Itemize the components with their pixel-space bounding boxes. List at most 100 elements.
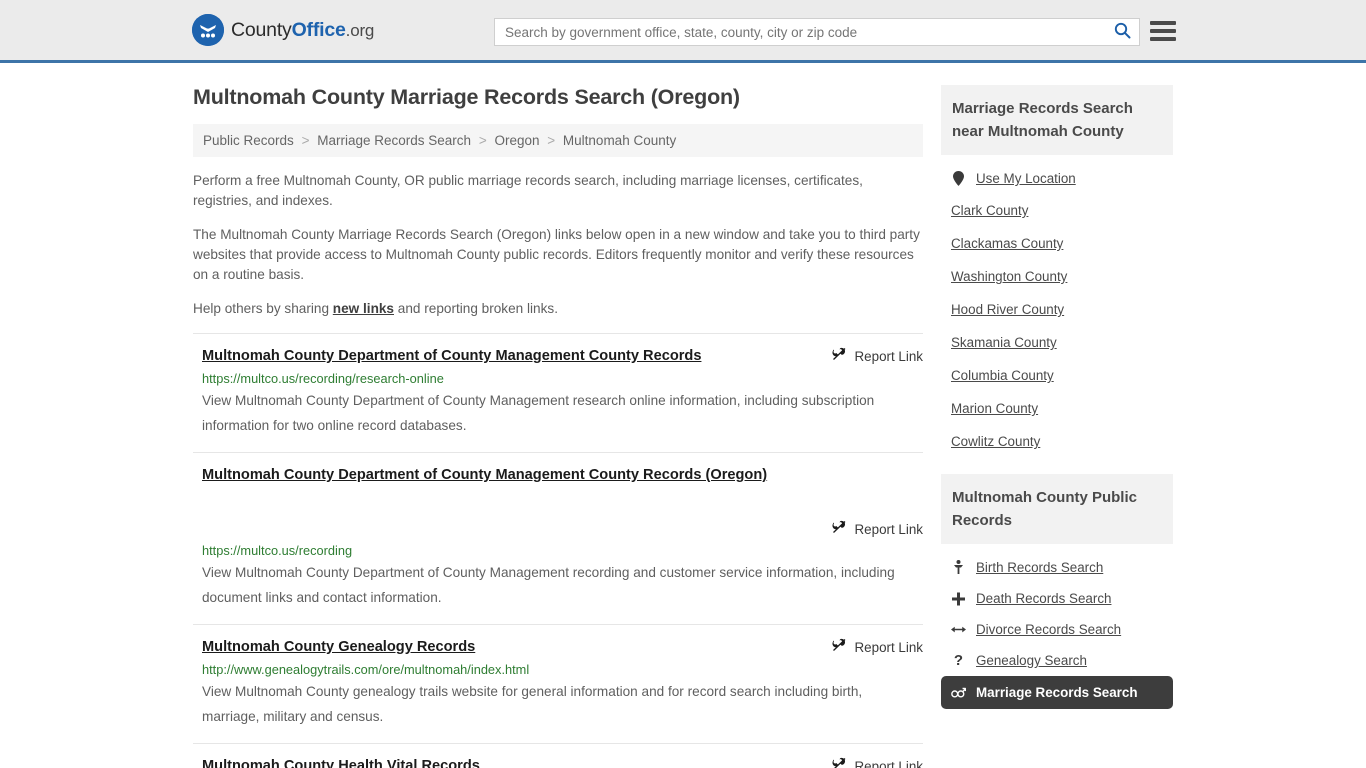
- nearby-search-panel: Marriage Records Search near Multnomah C…: [941, 85, 1173, 458]
- breadcrumb-separator: >: [478, 133, 487, 148]
- double-arrow-icon: [951, 624, 966, 635]
- hamburger-bar: [1150, 21, 1176, 25]
- result-title-link[interactable]: Multnomah County Health Vital Records: [202, 757, 480, 768]
- use-my-location-item[interactable]: Use My Location: [951, 163, 1173, 194]
- result-description: View Multnomah County Department of Coun…: [202, 393, 875, 433]
- result-url: http://www.genealogytrails.com/ore/multn…: [202, 662, 530, 677]
- nearby-county-list: Clark County Clackamas County Washington…: [951, 194, 1173, 458]
- breadcrumb-item-marriage-records-search[interactable]: Marriage Records Search: [317, 133, 471, 148]
- intro-paragraph-2: The Multnomah County Marriage Records Se…: [193, 227, 920, 282]
- birth-records-search-link[interactable]: Birth Records Search: [976, 560, 1103, 575]
- search-icon: [1114, 22, 1131, 42]
- result-description: View Multnomah County genealogy trails w…: [202, 684, 863, 724]
- new-links-link[interactable]: new links: [333, 301, 394, 316]
- breadcrumb-item-multnomah-county: Multnomah County: [562, 133, 677, 148]
- report-link-label: Report Link: [854, 348, 923, 364]
- search-button[interactable]: [1105, 19, 1139, 45]
- broken-link-icon: [831, 638, 848, 656]
- use-my-location-link[interactable]: Use My Location: [976, 171, 1076, 186]
- map-pin-icon: [951, 171, 966, 186]
- county-link-clackamas[interactable]: Clackamas County: [951, 236, 1063, 251]
- intro-paragraph-1: Perform a free Multnomah County, OR publ…: [193, 173, 863, 208]
- report-link-label: Report Link: [854, 639, 923, 655]
- site-header: CountyOffice.org: [0, 0, 1366, 63]
- search-input[interactable]: [495, 19, 1105, 45]
- public-records-item-death[interactable]: Death Records Search: [951, 583, 1173, 614]
- result-title-link[interactable]: Multnomah County Department of County Ma…: [202, 466, 767, 485]
- genealogy-search-link[interactable]: Genealogy Search: [976, 653, 1087, 668]
- results-list: Multnomah County Department of County Ma…: [193, 333, 923, 768]
- report-link-label: Report Link: [854, 521, 923, 537]
- county-link-item[interactable]: Clackamas County: [951, 227, 1173, 260]
- divorce-records-search-link[interactable]: Divorce Records Search: [976, 622, 1121, 637]
- baby-icon: [951, 560, 966, 575]
- public-records-item-marriage[interactable]: Marriage Records Search: [941, 676, 1173, 709]
- broken-link-icon: [831, 347, 848, 365]
- report-link-button[interactable]: Report Link: [831, 520, 923, 538]
- share-text-before: Help others by sharing: [193, 301, 333, 316]
- share-text-after: and reporting broken links.: [394, 301, 558, 316]
- public-records-panel-heading: Multnomah County Public Records: [941, 474, 1173, 544]
- nearby-panel-heading: Marriage Records Search near Multnomah C…: [941, 85, 1173, 155]
- public-records-item-divorce[interactable]: Divorce Records Search: [951, 614, 1173, 645]
- hamburger-bar: [1150, 37, 1176, 41]
- result-item: Multnomah County Genealogy Records Repor…: [193, 624, 923, 743]
- county-link-marion[interactable]: Marion County: [951, 401, 1038, 416]
- logo-office: Office: [291, 18, 346, 41]
- eagle-shield-icon: [192, 14, 224, 46]
- breadcrumb-item-oregon[interactable]: Oregon: [494, 133, 539, 148]
- hamburger-menu-icon[interactable]: [1150, 21, 1176, 41]
- county-link-cowlitz[interactable]: Cowlitz County: [951, 434, 1040, 449]
- broken-link-icon: [831, 520, 848, 538]
- report-link-button[interactable]: Report Link: [831, 347, 923, 365]
- logo-county: County: [231, 18, 292, 41]
- site-logo[interactable]: CountyOffice.org: [192, 14, 374, 46]
- result-title-link[interactable]: Multnomah County Genealogy Records: [202, 638, 475, 657]
- county-link-item[interactable]: Hood River County: [951, 293, 1173, 326]
- county-link-item[interactable]: Columbia County: [951, 359, 1173, 392]
- page-body: Multnomah County Marriage Records Search…: [0, 63, 1366, 768]
- public-records-item-birth[interactable]: Birth Records Search: [951, 552, 1173, 583]
- county-link-item[interactable]: Washington County: [951, 260, 1173, 293]
- main-content: Multnomah County Marriage Records Search…: [193, 85, 923, 768]
- result-item: Multnomah County Department of County Ma…: [193, 333, 923, 452]
- county-link-item[interactable]: Clark County: [951, 194, 1173, 227]
- result-url: https://multco.us/recording: [202, 543, 353, 558]
- breadcrumb: Public Records > Marriage Records Search…: [193, 124, 923, 157]
- intro-paragraph-3: Help others by sharing new links and rep…: [193, 299, 923, 319]
- result-item: Multnomah County Health Vital Records Re…: [193, 743, 923, 768]
- county-link-item[interactable]: Skamania County: [951, 326, 1173, 359]
- death-records-search-link[interactable]: Death Records Search: [976, 591, 1111, 606]
- sidebar: Marriage Records Search near Multnomah C…: [941, 85, 1173, 725]
- public-records-link-list: Birth Records Search Death Records Searc…: [941, 544, 1173, 709]
- county-link-skamania[interactable]: Skamania County: [951, 335, 1057, 350]
- male-female-icon: [951, 686, 966, 699]
- county-link-item[interactable]: Marion County: [951, 392, 1173, 425]
- broken-link-icon: [831, 757, 848, 768]
- county-link-columbia[interactable]: Columbia County: [951, 368, 1054, 383]
- county-link-hood-river[interactable]: Hood River County: [951, 302, 1064, 317]
- marriage-records-search-link[interactable]: Marriage Records Search: [976, 685, 1138, 700]
- hamburger-bar: [1150, 29, 1176, 33]
- report-link-button[interactable]: Report Link: [831, 757, 923, 768]
- public-records-panel: Multnomah County Public Records Birth Re…: [941, 474, 1173, 709]
- logo-org: .org: [345, 20, 375, 40]
- report-link-label: Report Link: [854, 758, 923, 768]
- breadcrumb-item-public-records[interactable]: Public Records: [203, 133, 294, 148]
- site-logo-text: CountyOffice.org: [231, 19, 374, 42]
- question-mark-icon: ?: [953, 652, 964, 669]
- county-link-clark[interactable]: Clark County: [951, 203, 1028, 218]
- county-link-item[interactable]: Cowlitz County: [951, 425, 1173, 458]
- search-bar[interactable]: [494, 18, 1140, 46]
- page-title: Multnomah County Marriage Records Search…: [193, 85, 740, 109]
- breadcrumb-separator: >: [301, 133, 310, 148]
- public-records-item-genealogy[interactable]: ? Genealogy Search: [951, 645, 1173, 676]
- result-title-link[interactable]: Multnomah County Department of County Ma…: [202, 347, 701, 366]
- breadcrumb-separator: >: [547, 133, 556, 148]
- intro-text: Perform a free Multnomah County, OR publ…: [193, 171, 923, 319]
- result-item: Multnomah County Department of County Ma…: [193, 452, 923, 624]
- cross-icon: [951, 592, 966, 606]
- county-link-washington[interactable]: Washington County: [951, 269, 1067, 284]
- result-description: View Multnomah County Department of Coun…: [202, 565, 895, 605]
- report-link-button[interactable]: Report Link: [831, 638, 923, 656]
